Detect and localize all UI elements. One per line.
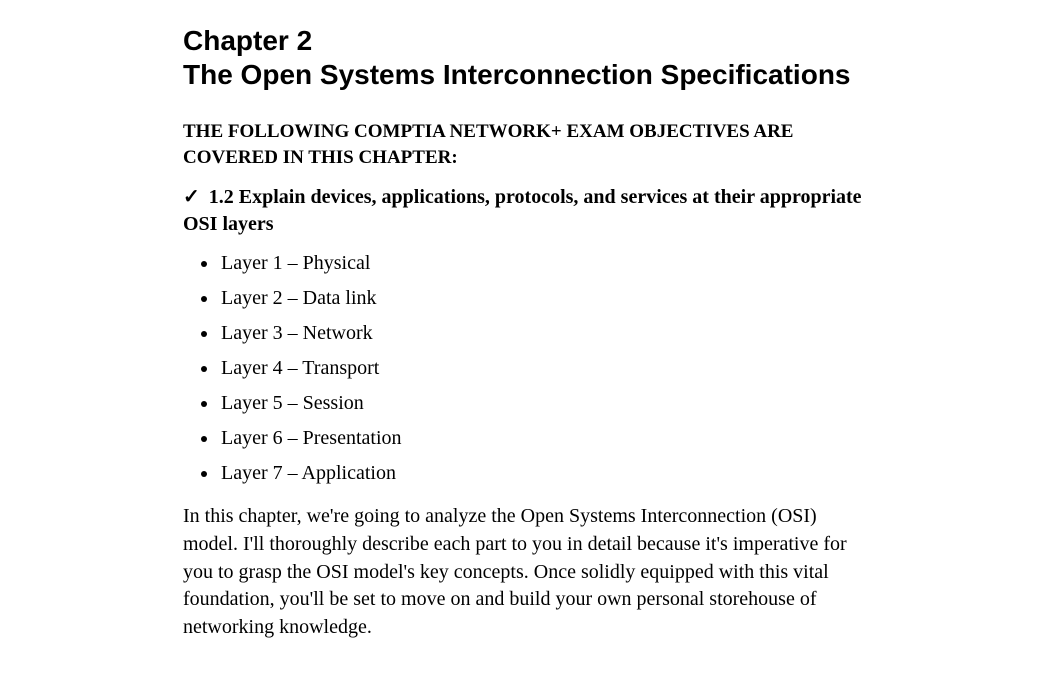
list-item: Layer 2 – Data link [219,281,863,316]
list-item: Layer 5 – Session [219,386,863,421]
objective-line: ✓ 1.2 Explain devices, applications, pro… [183,184,863,238]
chapter-number: Chapter 2 [183,24,863,58]
intro-paragraph: In this chapter, we're going to analyze … [183,503,863,641]
list-item: Layer 4 – Transport [219,351,863,386]
objective-text: 1.2 Explain devices, applications, proto… [183,186,862,235]
list-item: Layer 7 – Application [219,456,863,491]
page-content: Chapter 2 The Open Systems Interconnecti… [143,0,903,681]
osi-layer-list: Layer 1 – Physical Layer 2 – Data link L… [183,246,863,491]
checkmark-icon: ✓ [183,186,200,208]
list-item: Layer 6 – Presentation [219,421,863,456]
list-item: Layer 3 – Network [219,316,863,351]
chapter-title: The Open Systems Interconnection Specifi… [183,58,863,92]
objectives-intro: THE FOLLOWING COMPTIA NETWORK+ EXAM OBJE… [183,119,863,170]
list-item: Layer 1 – Physical [219,246,863,281]
